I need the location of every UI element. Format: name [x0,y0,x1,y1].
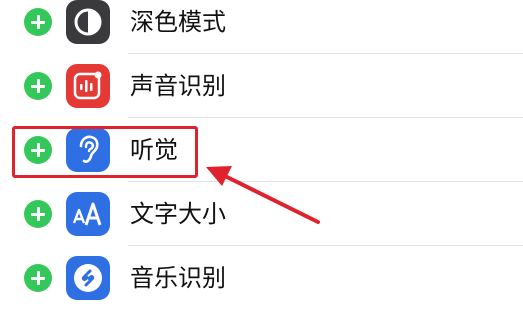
control-label: 文字大小 [130,200,226,228]
control-label: 声音识别 [130,72,226,100]
control-label: 音乐识别 [130,264,226,292]
annotation-highlight-box [12,126,198,178]
add-control-button[interactable] [24,8,52,36]
control-label: 深色模式 [130,8,226,36]
text-size-icon [66,192,110,236]
add-control-button[interactable] [24,72,52,100]
dark-mode-icon [66,0,110,44]
control-row-music-recognition: 音乐识别 [0,246,523,310]
sound-recognition-icon [66,64,110,108]
shazam-icon [66,256,110,300]
add-control-button[interactable] [24,200,52,228]
add-control-button[interactable] [24,264,52,292]
control-row-dark-mode: 深色模式 [0,0,523,54]
control-row-text-size: 文字大小 [0,182,523,246]
control-row-sound-recognition: 声音识别 [0,54,523,118]
